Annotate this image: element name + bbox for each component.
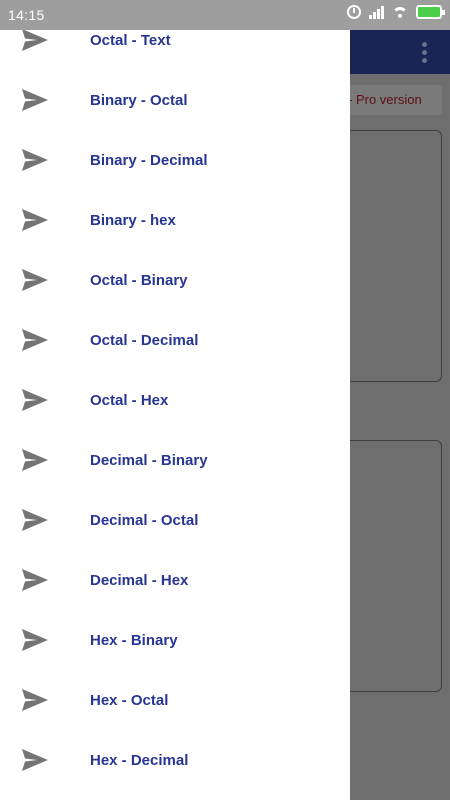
more-vert-icon[interactable]: [422, 42, 428, 64]
drawer-item[interactable]: Hex - Octal: [0, 670, 350, 730]
alarm-icon: [347, 5, 361, 19]
navigation-drawer: Octal - Text Binary - Octal Binary - Decim…: [0, 0, 350, 800]
battery-charging-icon: [416, 5, 445, 19]
send-icon: [22, 209, 48, 231]
drawer-item[interactable]: Binary - Octal: [0, 70, 350, 130]
send-icon: [22, 389, 48, 411]
drawer-item-label: Hex - Octal: [90, 691, 169, 709]
send-icon: [22, 29, 48, 51]
status-icons: [347, 5, 445, 19]
drawer-item-label: Decimal - Hex: [90, 571, 189, 589]
drawer-item-label: Octal - Hex: [90, 391, 169, 409]
drawer-item[interactable]: Hex - Decimal: [0, 730, 350, 790]
pro-version-button[interactable]: - Pro version: [338, 85, 442, 115]
send-icon: [22, 689, 48, 711]
send-icon: [22, 569, 48, 591]
send-icon: [22, 509, 48, 531]
drawer-item[interactable]: Binary - Decimal: [0, 130, 350, 190]
drawer-item-label: Hex - Binary: [90, 631, 178, 649]
drawer-item-label: Octal - Decimal: [90, 331, 199, 349]
drawer-item-label: Decimal - Binary: [90, 451, 208, 469]
status-bar: 14:15: [0, 0, 450, 30]
signal-icon: [369, 5, 384, 19]
drawer-item[interactable]: Hex - Binary: [0, 610, 350, 670]
status-time: 14:15: [8, 7, 45, 23]
drawer-item-label: Decimal - Octal: [90, 511, 199, 529]
drawer-item[interactable]: Octal - Decimal: [0, 310, 350, 370]
drawer-item-label: Binary - hex: [90, 211, 176, 229]
pro-version-label: - Pro version: [348, 92, 422, 107]
drawer-item[interactable]: Decimal - Hex: [0, 550, 350, 610]
wifi-icon: [392, 5, 408, 19]
drawer-item-label: Octal - Binary: [90, 271, 188, 289]
send-icon: [22, 749, 48, 771]
drawer-item[interactable]: Octal - Hex: [0, 370, 350, 430]
drawer-item[interactable]: Decimal - Binary: [0, 430, 350, 490]
send-icon: [22, 329, 48, 351]
drawer-item[interactable]: Decimal - Octal: [0, 490, 350, 550]
drawer-item-label: Binary - Octal: [90, 91, 188, 109]
drawer-item-label: Binary - Decimal: [90, 151, 208, 169]
drawer-item-label: Hex - Decimal: [90, 751, 189, 769]
send-icon: [22, 629, 48, 651]
send-icon: [22, 149, 48, 171]
drawer-item-label: Octal - Text: [90, 31, 171, 49]
drawer-item[interactable]: Octal - Binary: [0, 250, 350, 310]
send-icon: [22, 269, 48, 291]
send-icon: [22, 449, 48, 471]
drawer-item[interactable]: Binary - hex: [0, 190, 350, 250]
send-icon: [22, 89, 48, 111]
